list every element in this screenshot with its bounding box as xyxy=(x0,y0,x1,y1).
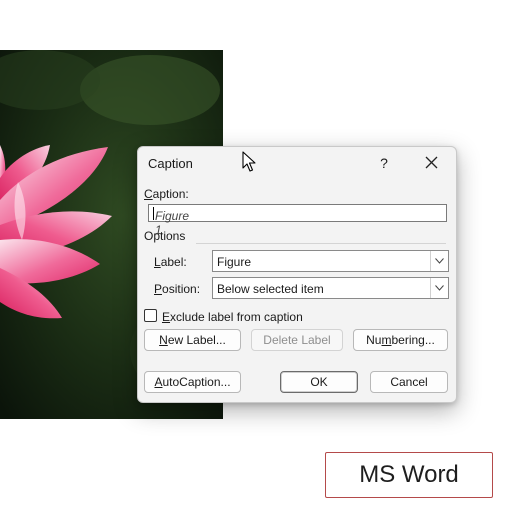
close-icon xyxy=(425,156,438,169)
delete-label-button[interactable]: Delete Label xyxy=(251,329,343,351)
ms-word-label: MS Word xyxy=(325,452,493,498)
caption-dialog: Caption ? Caption: Figure 1 Options Labe… xyxy=(137,146,457,403)
options-group-label: Options xyxy=(144,229,186,243)
position-field-label: Position: xyxy=(154,282,201,296)
caption-label: Caption: xyxy=(144,187,189,201)
position-dropdown[interactable]: Below selected item xyxy=(212,277,449,299)
close-button[interactable] xyxy=(421,152,443,174)
help-button[interactable]: ? xyxy=(374,152,394,174)
autocaption-button[interactable]: AutoCaption... xyxy=(144,371,241,393)
options-divider xyxy=(196,243,446,244)
position-dropdown-value: Below selected item xyxy=(217,282,324,296)
mouse-pointer-icon xyxy=(242,151,256,178)
text-caret xyxy=(153,207,154,220)
cancel-button[interactable]: Cancel xyxy=(370,371,448,393)
dialog-title: Caption xyxy=(148,156,193,171)
exclude-label-text[interactable]: Exclude label from caption xyxy=(162,310,303,324)
label-dropdown[interactable]: Figure xyxy=(212,250,449,272)
numbering-button[interactable]: Numbering... xyxy=(353,329,448,351)
ok-button[interactable]: OK xyxy=(280,371,358,393)
label-dropdown-arrow[interactable] xyxy=(430,251,448,271)
position-dropdown-arrow[interactable] xyxy=(430,278,448,298)
label-field-label: Label: xyxy=(154,255,187,269)
new-label-button[interactable]: New Label... xyxy=(144,329,241,351)
chevron-down-icon xyxy=(435,258,444,264)
chevron-down-icon xyxy=(435,285,444,291)
caption-input[interactable]: Figure 1 xyxy=(148,204,447,237)
exclude-label-checkbox[interactable] xyxy=(144,309,157,322)
label-dropdown-value: Figure xyxy=(217,255,252,269)
